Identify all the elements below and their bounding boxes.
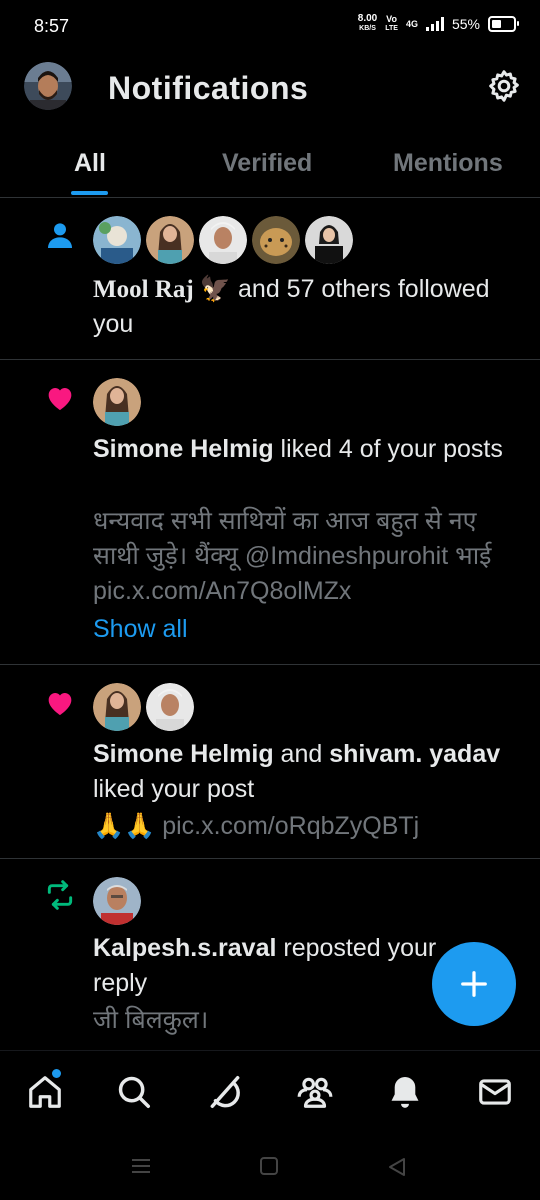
liker-avatars	[93, 378, 141, 426]
top-bar: Notifications	[0, 52, 540, 124]
home-icon[interactable]	[26, 1073, 64, 1111]
heart-icon	[48, 693, 72, 715]
avatar[interactable]	[93, 378, 141, 426]
avatar[interactable]	[93, 683, 141, 731]
user-name[interactable]: Simone Helmig	[93, 740, 274, 768]
avatar[interactable]	[93, 877, 141, 925]
notification-message: liked your post	[93, 775, 255, 803]
notification-item[interactable]: Mool Raj 🦅 and 57 others followed you	[0, 198, 540, 360]
notification-text: Simone Helmig liked 4 of your posts	[93, 432, 522, 467]
show-all-link[interactable]: Show all	[93, 612, 522, 647]
page-title: Notifications	[108, 70, 309, 106]
gear-icon[interactable]	[486, 68, 522, 104]
home-square-icon[interactable]	[259, 1156, 279, 1176]
post-preview-line: pic.x.com/An7Q8olMZx	[93, 577, 352, 605]
volte-bottom: LTE	[385, 25, 398, 32]
speed-unit: KB/S	[359, 25, 376, 32]
avatar[interactable]	[252, 216, 300, 264]
notification-text: Kalpesh.s.raval reposted your reply	[93, 931, 440, 1001]
preview-emoji: 🙏🙏	[93, 812, 156, 840]
battery-percent: 55%	[451, 16, 480, 32]
tab-mentions[interactable]: Mentions	[393, 149, 503, 178]
avatar[interactable]	[146, 216, 194, 264]
status-indicators: 8.00 KB/S Vo LTE 4G 55%	[358, 14, 519, 34]
user-name[interactable]: Simone Helmig	[93, 435, 274, 463]
notification-text: Mool Raj 🦅 and 57 others followed you	[93, 272, 522, 342]
post-preview-line: धन्यवाद सभी साथियों का आज बहुत से नए	[93, 507, 477, 535]
profile-avatar[interactable]	[24, 62, 72, 110]
search-icon[interactable]	[115, 1073, 153, 1111]
recents-icon[interactable]	[130, 1156, 152, 1176]
liker-avatars	[93, 683, 194, 731]
notification-text: Simone Helmig and shivam. yadav liked you…	[93, 737, 522, 807]
post-preview[interactable]: धन्यवाद सभी साथियों का आज बहुत से नए साथ…	[93, 504, 522, 609]
volte-indicator: Vo LTE	[385, 15, 398, 33]
post-preview-line: साथी जुड़े। थैंक्यू @Imdineshpurohit भाई	[93, 542, 492, 570]
plus-icon	[461, 971, 487, 997]
status-bar: 8:57 8.00 KB/S Vo LTE 4G 55%	[0, 0, 540, 52]
person-icon	[48, 223, 72, 248]
network-speed: 8.00 KB/S	[358, 14, 377, 34]
volte-top: Vo	[386, 14, 398, 24]
notification-item[interactable]: Simone Helmig liked 4 of your posts धन्य…	[0, 360, 540, 665]
conjunction: and	[273, 740, 330, 768]
unread-dot	[52, 1069, 61, 1078]
status-time: 8:57	[34, 16, 70, 36]
avatar[interactable]	[305, 216, 353, 264]
active-tab-indicator	[71, 191, 108, 195]
tab-all[interactable]: All	[74, 149, 106, 178]
user-name[interactable]: Mool Raj 🦅	[93, 276, 231, 303]
grok-icon[interactable]	[206, 1073, 244, 1111]
communities-icon[interactable]	[296, 1073, 334, 1111]
messages-mail-icon[interactable]	[476, 1073, 514, 1111]
speed-value: 8.00	[357, 13, 378, 24]
heart-icon	[48, 388, 72, 410]
avatar[interactable]	[146, 683, 194, 731]
back-icon[interactable]	[386, 1156, 408, 1178]
system-navigation	[0, 1132, 540, 1200]
compose-button[interactable]	[432, 942, 516, 1026]
notification-tabs: All Verified Mentions	[0, 140, 540, 198]
preview-link: pic.x.com/oRqbZyQBTj	[155, 812, 420, 840]
avatar[interactable]	[93, 216, 141, 264]
user-name[interactable]: shivam. yadav	[329, 740, 500, 768]
post-preview[interactable]: 🙏🙏 pic.x.com/oRqbZyQBTj	[93, 809, 522, 844]
bottom-navigation	[0, 1050, 540, 1133]
follower-avatars	[93, 216, 353, 264]
tab-verified[interactable]: Verified	[222, 149, 312, 178]
notification-item[interactable]: Simone Helmig and shivam. yadav liked you…	[0, 665, 540, 859]
network-type: 4G	[405, 19, 418, 29]
notifications-bell-icon[interactable]	[386, 1073, 424, 1111]
signal-icon	[425, 17, 444, 31]
avatar[interactable]	[199, 216, 247, 264]
reposter-avatar	[93, 877, 141, 925]
user-name[interactable]: Kalpesh.s.raval	[93, 934, 276, 962]
battery-icon	[488, 16, 519, 32]
notification-message: liked 4 of your posts	[273, 435, 503, 463]
repost-icon	[47, 880, 73, 910]
